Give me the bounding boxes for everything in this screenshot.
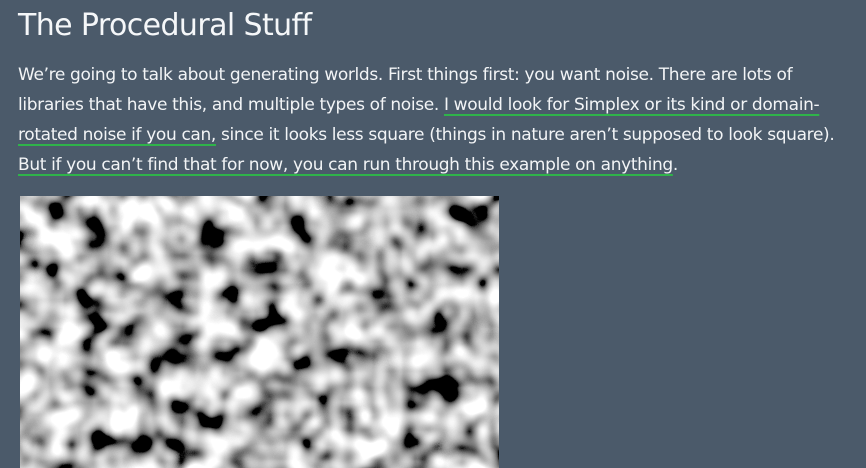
example-link[interactable]: But if you can’t find that for now, you …	[18, 155, 673, 175]
section-heading: The Procedural Stuff	[18, 8, 312, 43]
intro-paragraph: We’re going to talk about generating wor…	[18, 60, 854, 180]
noise-texture	[20, 196, 499, 468]
noise-image	[20, 196, 499, 468]
middle-text: since it looks less square (things in na…	[215, 125, 835, 145]
page: The Procedural Stuff We’re going to talk…	[0, 0, 866, 468]
end-text: .	[672, 155, 678, 175]
